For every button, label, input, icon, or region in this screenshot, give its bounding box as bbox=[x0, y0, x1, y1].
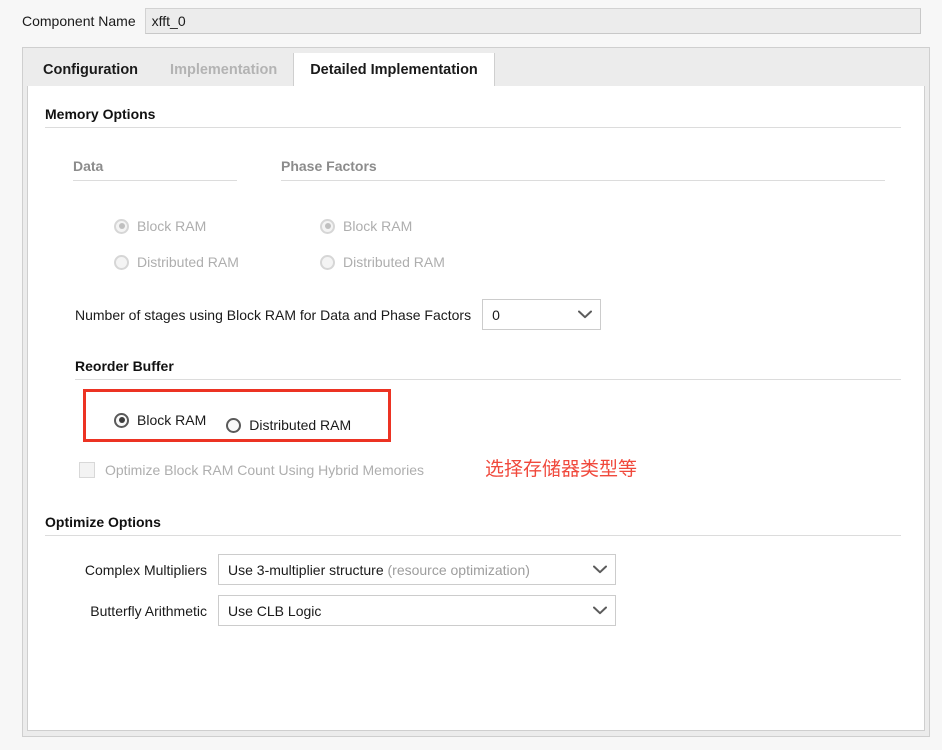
component-name-row: Component Name xfft_0 bbox=[0, 0, 942, 42]
complex-multipliers-value-main: Use 3-multiplier structure bbox=[228, 561, 384, 578]
radio-icon-selected bbox=[114, 412, 129, 428]
optimize-options-rule bbox=[45, 535, 901, 536]
complex-multipliers-label: Complex Multipliers bbox=[84, 561, 207, 578]
phase-factors-radio-distributed-ram: Distributed RAM bbox=[320, 249, 445, 275]
reorder-buffer-radio-block-ram-label: Block RAM bbox=[137, 412, 207, 428]
butterfly-arithmetic-dropdown[interactable]: Use CLB Logic bbox=[218, 595, 616, 626]
radio-icon-selected-disabled bbox=[320, 218, 335, 234]
complex-multipliers-dropdown[interactable]: Use 3-multiplier structure (resource opt… bbox=[218, 554, 616, 585]
butterfly-arithmetic-value: Use CLB Logic bbox=[228, 602, 322, 619]
reorder-buffer-radio-distributed-ram-label: Distributed RAM bbox=[249, 417, 352, 433]
memory-options-rule bbox=[45, 127, 901, 128]
memory-options-section: Memory Options bbox=[45, 106, 901, 128]
radio-icon-selected-disabled bbox=[114, 218, 129, 234]
reorder-buffer-rule bbox=[75, 379, 901, 380]
stages-row: Number of stages using Block RAM for Dat… bbox=[75, 299, 602, 330]
stages-dropdown-value: 0 bbox=[492, 306, 500, 323]
complex-multipliers-value: Use 3-multiplier structure (resource opt… bbox=[228, 562, 530, 578]
phase-factors-radio-block-ram: Block RAM bbox=[320, 213, 445, 239]
tab-strip: Configuration Implementation Detailed Im… bbox=[23, 48, 929, 87]
detailed-implementation-panel: Memory Options Data Block RAM Distribute… bbox=[27, 86, 925, 731]
reorder-buffer-radio-distributed-ram[interactable]: Distributed RAM bbox=[226, 412, 351, 438]
data-radio-group: Block RAM Distributed RAM bbox=[114, 213, 239, 275]
data-group-rule bbox=[73, 180, 237, 181]
phase-factors-group-title: Phase Factors bbox=[281, 158, 377, 174]
component-name-label: Component Name bbox=[22, 13, 136, 29]
tab-detailed-implementation[interactable]: Detailed Implementation bbox=[293, 53, 495, 87]
complex-multipliers-row: Complex Multipliers Use 3-multiplier str… bbox=[75, 554, 616, 585]
component-name-value: xfft_0 bbox=[151, 13, 186, 29]
component-name-input[interactable]: xfft_0 bbox=[144, 8, 921, 34]
stages-label: Number of stages using Block RAM for Dat… bbox=[75, 306, 472, 323]
reorder-buffer-radio-block-ram[interactable]: Block RAM bbox=[114, 407, 206, 433]
data-radio-block-ram-label: Block RAM bbox=[137, 218, 207, 234]
phase-factors-radio-distributed-ram-label: Distributed RAM bbox=[343, 254, 445, 270]
hybrid-memories-checkbox-label: Optimize Block RAM Count Using Hybrid Me… bbox=[105, 462, 424, 478]
data-radio-block-ram: Block RAM bbox=[114, 213, 239, 239]
radio-icon-unselected bbox=[226, 417, 242, 433]
tab-configuration[interactable]: Configuration bbox=[27, 53, 154, 87]
optimize-options-section: Optimize Options bbox=[45, 514, 901, 536]
data-group: Data bbox=[73, 158, 237, 181]
data-group-title: Data bbox=[73, 158, 104, 174]
butterfly-arithmetic-label: Butterfly Arithmetic bbox=[90, 602, 207, 619]
phase-factors-group: Phase Factors bbox=[281, 158, 885, 181]
complex-multipliers-value-muted: (resource optimization) bbox=[387, 561, 530, 578]
stages-dropdown[interactable]: 0 bbox=[482, 299, 602, 330]
chevron-down-icon bbox=[578, 310, 593, 319]
checkbox-icon-unchecked-disabled bbox=[79, 462, 95, 478]
chevron-down-icon bbox=[593, 565, 607, 574]
data-radio-distributed-ram: Distributed RAM bbox=[114, 249, 239, 275]
phase-factors-radio-block-ram-label: Block RAM bbox=[343, 218, 413, 234]
hybrid-memories-checkbox-row: Optimize Block RAM Count Using Hybrid Me… bbox=[79, 462, 424, 478]
reorder-buffer-radio-group: Block RAM Distributed RAM bbox=[114, 402, 351, 438]
data-radio-distributed-ram-label: Distributed RAM bbox=[137, 254, 239, 270]
tab-implementation: Implementation bbox=[170, 62, 278, 78]
optimize-options-title: Optimize Options bbox=[45, 514, 161, 530]
phase-factors-radio-group: Block RAM Distributed RAM bbox=[320, 213, 445, 275]
reorder-buffer-section: Reorder Buffer bbox=[75, 358, 901, 380]
phase-factors-group-rule bbox=[281, 180, 885, 181]
reorder-buffer-title: Reorder Buffer bbox=[75, 358, 174, 374]
radio-icon-unselected-disabled bbox=[114, 254, 129, 270]
memory-options-title: Memory Options bbox=[45, 106, 156, 122]
radio-icon-unselected-disabled bbox=[320, 254, 335, 270]
chevron-down-icon bbox=[593, 606, 607, 615]
annotation-text: 选择存储器类型等 bbox=[485, 458, 638, 480]
butterfly-arithmetic-row: Butterfly Arithmetic Use CLB Logic bbox=[75, 595, 616, 626]
tab-panel: Configuration Implementation Detailed Im… bbox=[22, 47, 930, 737]
